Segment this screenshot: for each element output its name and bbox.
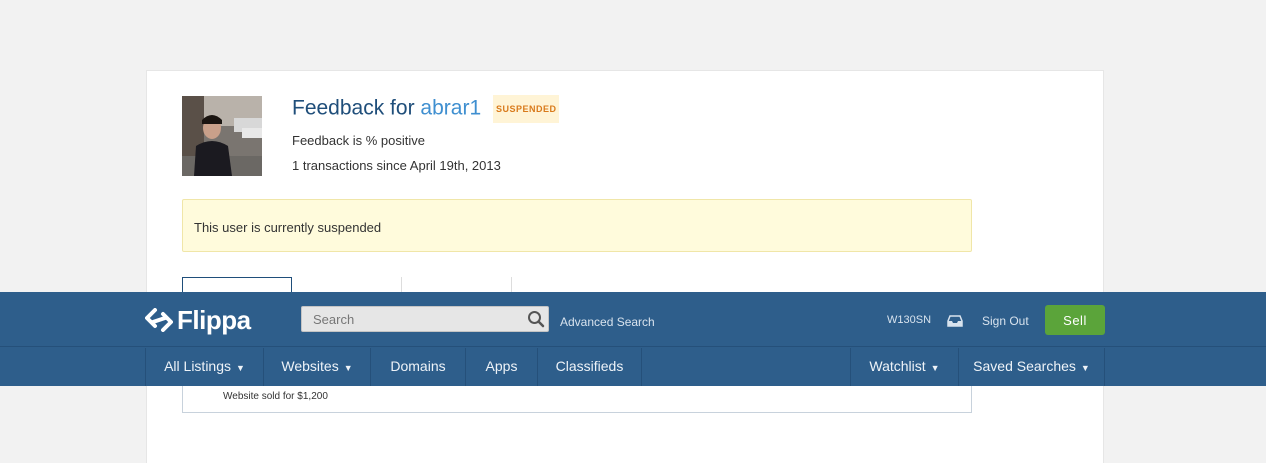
search-box — [301, 306, 549, 332]
username-link[interactable]: abrar1 — [420, 97, 481, 120]
top-bar: Flippa Advanced Search W130SN Sign Out S… — [0, 292, 1266, 347]
title-prefix: Feedback for — [292, 96, 415, 120]
nav-label: Watchlist — [869, 358, 926, 374]
profile-info: Feedback for abrar1 SUSPENDED Feedback i… — [292, 95, 560, 173]
inbox-icon[interactable] — [947, 314, 963, 328]
advanced-search-link[interactable]: Advanced Search — [560, 315, 655, 329]
nav-label: All Listings — [164, 358, 231, 374]
nav-classifieds[interactable]: Classifieds — [538, 348, 642, 386]
nav-all-listings[interactable]: All Listings ▼ — [145, 348, 264, 386]
sign-out-link[interactable]: Sign Out — [982, 314, 1029, 328]
list-item: Website sold for $1,200 — [223, 391, 328, 402]
suspended-alert: This user is currently suspended — [182, 199, 972, 252]
page-title: Feedback for abrar1 SUSPENDED — [292, 95, 560, 123]
nav-label: Apps — [485, 358, 518, 374]
feedback-percentage: Feedback is % positive — [292, 133, 425, 148]
nav-label: Saved Searches — [973, 358, 1076, 374]
nav-label: Classifieds — [555, 358, 624, 374]
search-input[interactable] — [302, 307, 526, 331]
username-display[interactable]: W130SN — [887, 314, 931, 326]
nav-label: Domains — [390, 358, 446, 374]
flippa-logo[interactable]: Flippa — [145, 304, 251, 335]
nav-websites[interactable]: Websites ▼ — [264, 348, 371, 386]
transactions-count: 1 transactions since April 19th, 2013 — [292, 158, 501, 173]
site-header: Flippa Advanced Search W130SN Sign Out S… — [0, 292, 1266, 386]
search-icon[interactable] — [527, 310, 545, 328]
caret-down-icon: ▼ — [236, 363, 245, 373]
logo-text: Flippa — [177, 304, 251, 335]
nav-domains[interactable]: Domains — [371, 348, 466, 386]
nav-saved-searches[interactable]: Saved Searches ▼ — [959, 348, 1105, 386]
sell-button[interactable]: Sell — [1045, 305, 1105, 335]
nav-label: Websites — [281, 358, 339, 374]
nav-watchlist[interactable]: Watchlist ▼ — [850, 348, 959, 386]
avatar-photo — [182, 96, 262, 176]
nav-apps[interactable]: Apps — [466, 348, 538, 386]
status-badge: SUSPENDED — [492, 95, 560, 123]
feedback-card: Feedback for abrar1 SUSPENDED Feedback i… — [146, 70, 1104, 463]
caret-down-icon: ▼ — [930, 363, 940, 373]
logo-mark-icon — [145, 308, 173, 332]
caret-down-icon: ▼ — [343, 363, 353, 373]
main-nav: All Listings ▼ Websites ▼ Domains Apps Cla… — [0, 348, 1266, 386]
caret-down-icon: ▼ — [1080, 363, 1090, 373]
avatar[interactable] — [182, 96, 262, 176]
